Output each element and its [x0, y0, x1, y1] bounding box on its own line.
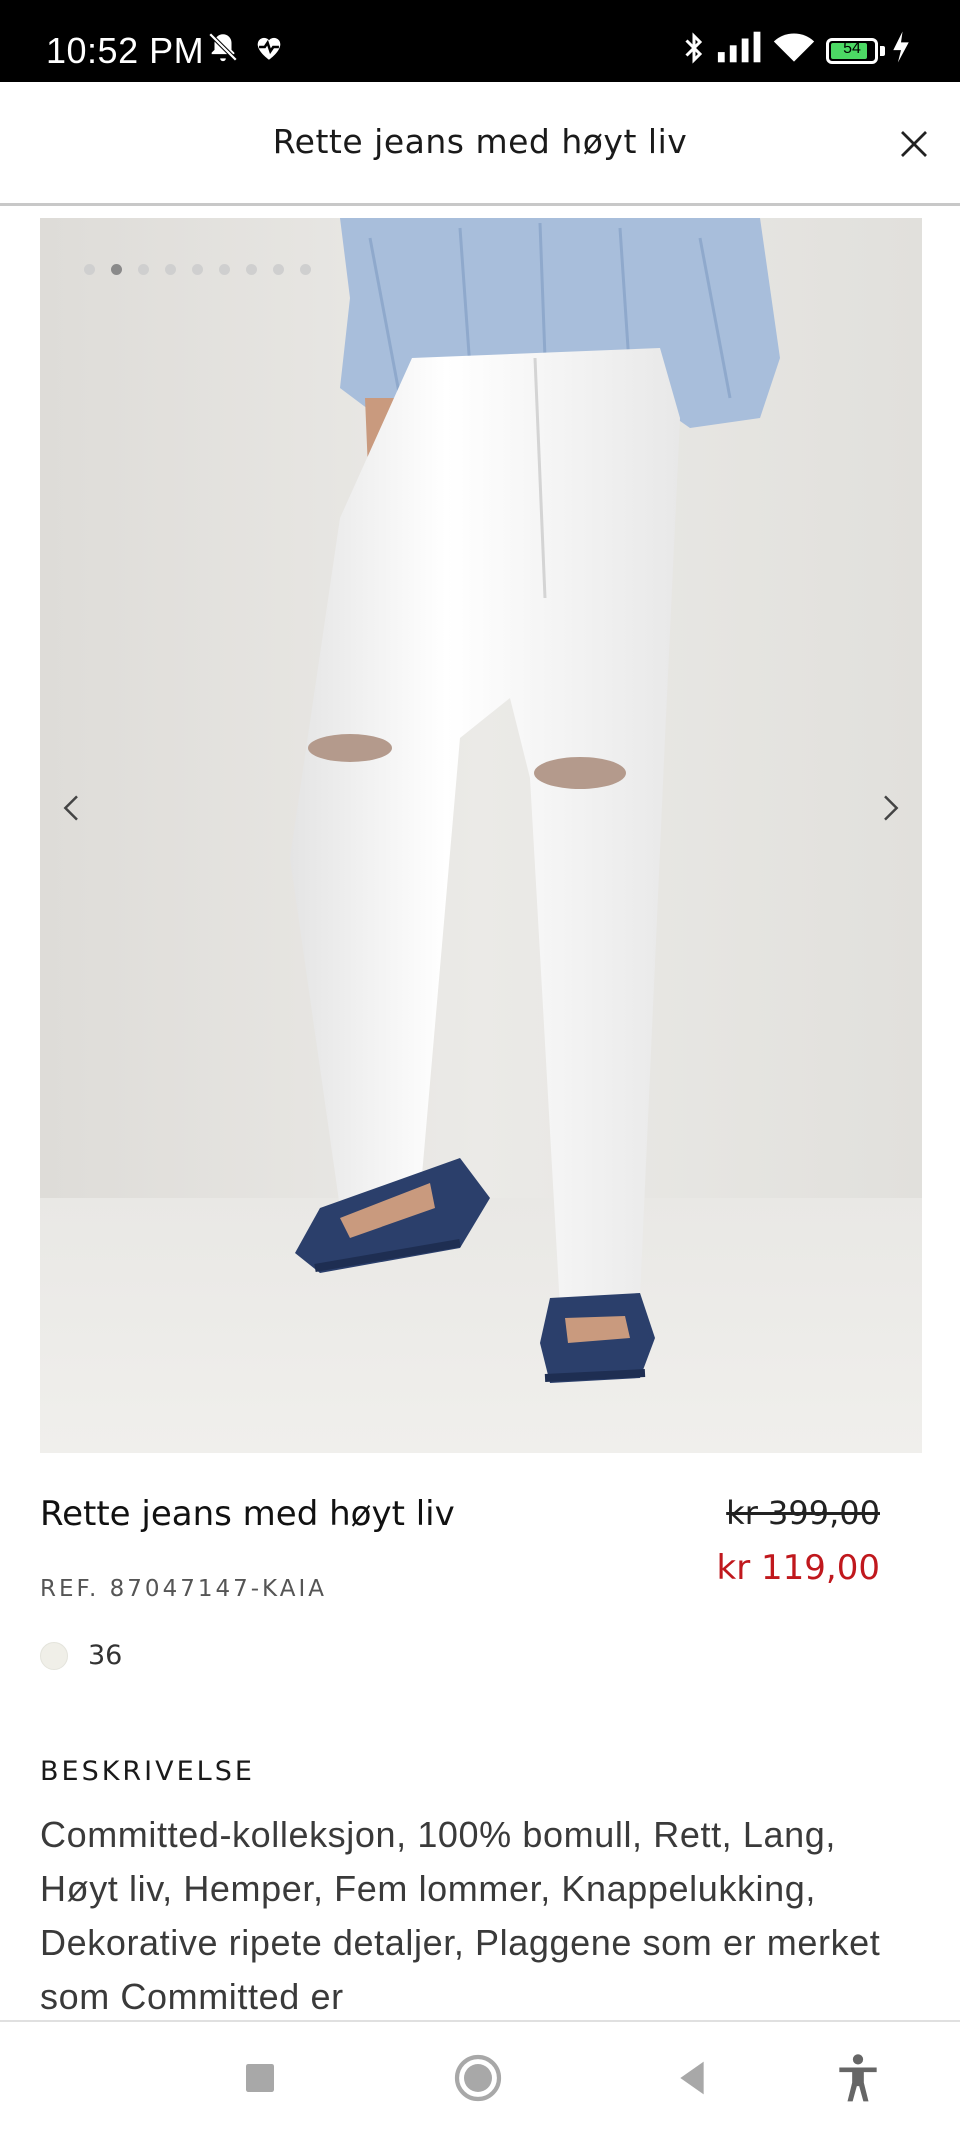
chevron-left-icon[interactable] — [52, 788, 92, 828]
gallery-dot[interactable] — [246, 264, 257, 275]
status-bar: 10:52 PM 54 — [0, 0, 960, 82]
gallery-dot-active[interactable] — [111, 264, 122, 275]
page-title: Rette jeans med høyt liv — [272, 122, 688, 161]
chevron-right-icon[interactable] — [870, 788, 910, 828]
battery-icon: 54 — [826, 38, 878, 64]
gallery-dot[interactable] — [219, 264, 230, 275]
accessibility-icon[interactable] — [830, 2050, 886, 2106]
wifi-icon — [773, 33, 815, 62]
recents-icon[interactable] — [232, 2050, 288, 2106]
close-icon[interactable] — [896, 126, 932, 162]
charging-icon — [893, 31, 909, 63]
product-header: Rette jeans med høyt liv — [0, 82, 960, 206]
bell-off-icon — [208, 32, 238, 62]
bluetooth-icon — [685, 32, 703, 64]
signal-icon — [717, 31, 761, 63]
original-price: kr 399,00 — [726, 1494, 880, 1532]
gallery-dot[interactable] — [138, 264, 149, 275]
size-label[interactable]: 36 — [88, 1640, 122, 1671]
heart-pulse-icon — [257, 37, 281, 60]
description-heading: BESKRIVELSE — [40, 1756, 255, 1787]
sale-price: kr 119,00 — [716, 1548, 880, 1588]
gallery-dot[interactable] — [165, 264, 176, 275]
gallery-dot[interactable] — [273, 264, 284, 275]
product-reference: REF. 87047147-KAIA — [40, 1576, 327, 1602]
battery-level: 54 — [843, 40, 861, 57]
product-name: Rette jeans med høyt liv — [40, 1494, 455, 1534]
gallery-dot[interactable] — [300, 264, 311, 275]
color-swatch[interactable] — [40, 1642, 68, 1670]
home-icon[interactable] — [450, 2050, 506, 2106]
status-time: 10:52 PM — [46, 30, 205, 71]
back-icon[interactable] — [664, 2050, 720, 2106]
gallery-dot[interactable] — [192, 264, 203, 275]
system-nav-bar — [0, 2020, 960, 2133]
product-photo — [40, 218, 922, 1453]
description-text: Committed-kolleksjon, 100% bomull, Rett,… — [40, 1814, 881, 2017]
product-image-gallery[interactable] — [40, 218, 922, 1453]
gallery-dot[interactable] — [84, 264, 95, 275]
